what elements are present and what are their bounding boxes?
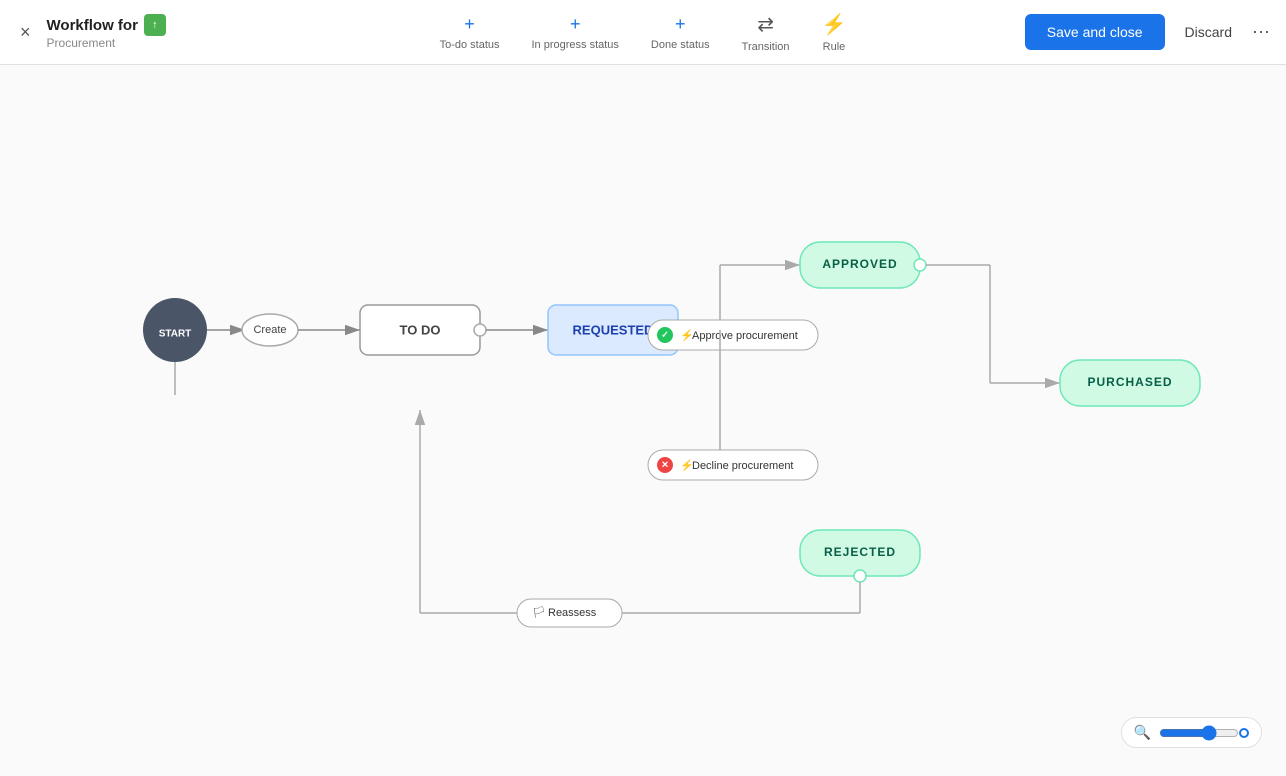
approve-transition-label: Approve procurement: [692, 330, 798, 342]
decline-transition-label: Decline procurement: [692, 460, 794, 472]
requested-label: REQUESTED: [573, 322, 654, 337]
zoom-handle: [1239, 728, 1249, 738]
header-left: × Workflow for ↑ Procurement: [16, 14, 236, 50]
todo-label: TO DO: [400, 322, 441, 337]
workflow-canvas[interactable]: START Create TO DO REQUESTED: [0, 65, 1286, 776]
workflow-diagram: START Create TO DO REQUESTED: [0, 65, 1286, 776]
zoom-slider[interactable]: [1159, 725, 1239, 741]
inprogress-status-icon: +: [570, 14, 581, 35]
approved-right-connector: [914, 259, 926, 271]
zoom-out-icon[interactable]: 🔍: [1134, 724, 1151, 741]
workflow-subtitle: Procurement: [47, 36, 166, 50]
zoom-control: 🔍: [1121, 717, 1262, 748]
svg-text:✕: ✕: [661, 459, 669, 469]
transition-label: Transition: [742, 41, 790, 53]
toolbar-inprogress-status[interactable]: + In progress status: [531, 14, 618, 51]
rule-icon: ⚡: [822, 12, 847, 37]
purchased-label: PURCHASED: [1087, 375, 1172, 389]
done-status-icon: +: [675, 14, 686, 35]
rule-label: Rule: [823, 41, 846, 53]
toolbar-done-status[interactable]: + Done status: [651, 14, 710, 51]
svg-text:🏳: 🏳: [532, 606, 546, 619]
header-right: Save and close Discard ⋯: [1025, 14, 1270, 50]
toolbar-rule[interactable]: ⚡ Rule: [822, 12, 847, 53]
workflow-title-block: Workflow for ↑ Procurement: [47, 14, 166, 50]
toolbar-todo-status[interactable]: + To-do status: [440, 14, 500, 51]
close-button[interactable]: ×: [16, 18, 35, 47]
todo-right-connector: [474, 324, 486, 336]
create-label: Create: [253, 324, 286, 336]
workflow-title: Workflow for ↑: [47, 14, 166, 36]
save-close-button[interactable]: Save and close: [1025, 14, 1165, 50]
workflow-icon: ↑: [144, 14, 166, 36]
rejected-label: REJECTED: [824, 545, 896, 559]
header: × Workflow for ↑ Procurement + To-do sta…: [0, 0, 1286, 65]
toolbar-transition[interactable]: ⇄ Transition: [742, 12, 790, 53]
approved-label: APPROVED: [822, 257, 897, 271]
transition-icon: ⇄: [757, 12, 774, 37]
discard-button[interactable]: Discard: [1177, 14, 1240, 50]
done-status-label: Done status: [651, 39, 710, 51]
rejected-bottom-connector: [854, 570, 866, 582]
svg-text:✓: ✓: [661, 329, 669, 339]
reassess-label: Reassess: [548, 607, 597, 619]
more-options-button[interactable]: ⋯: [1252, 22, 1270, 43]
start-label: START: [159, 329, 192, 340]
todo-status-icon: +: [464, 14, 475, 35]
inprogress-status-label: In progress status: [531, 39, 618, 51]
todo-status-label: To-do status: [440, 39, 500, 51]
toolbar: + To-do status + In progress status + Do…: [440, 12, 847, 53]
workflow-title-text: Workflow for: [47, 17, 138, 34]
